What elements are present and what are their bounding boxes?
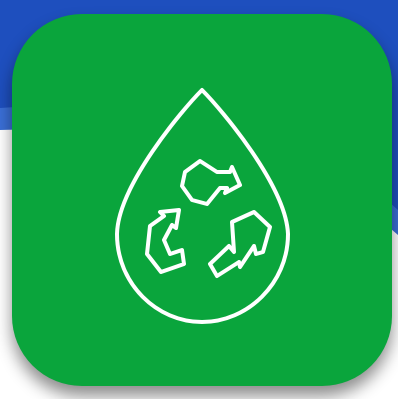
app-icon-tile[interactable] <box>12 14 392 386</box>
water-drop-outline <box>115 88 290 324</box>
recycle-arrows-icon <box>145 159 272 278</box>
recycle-water-drop-icon <box>115 88 290 324</box>
